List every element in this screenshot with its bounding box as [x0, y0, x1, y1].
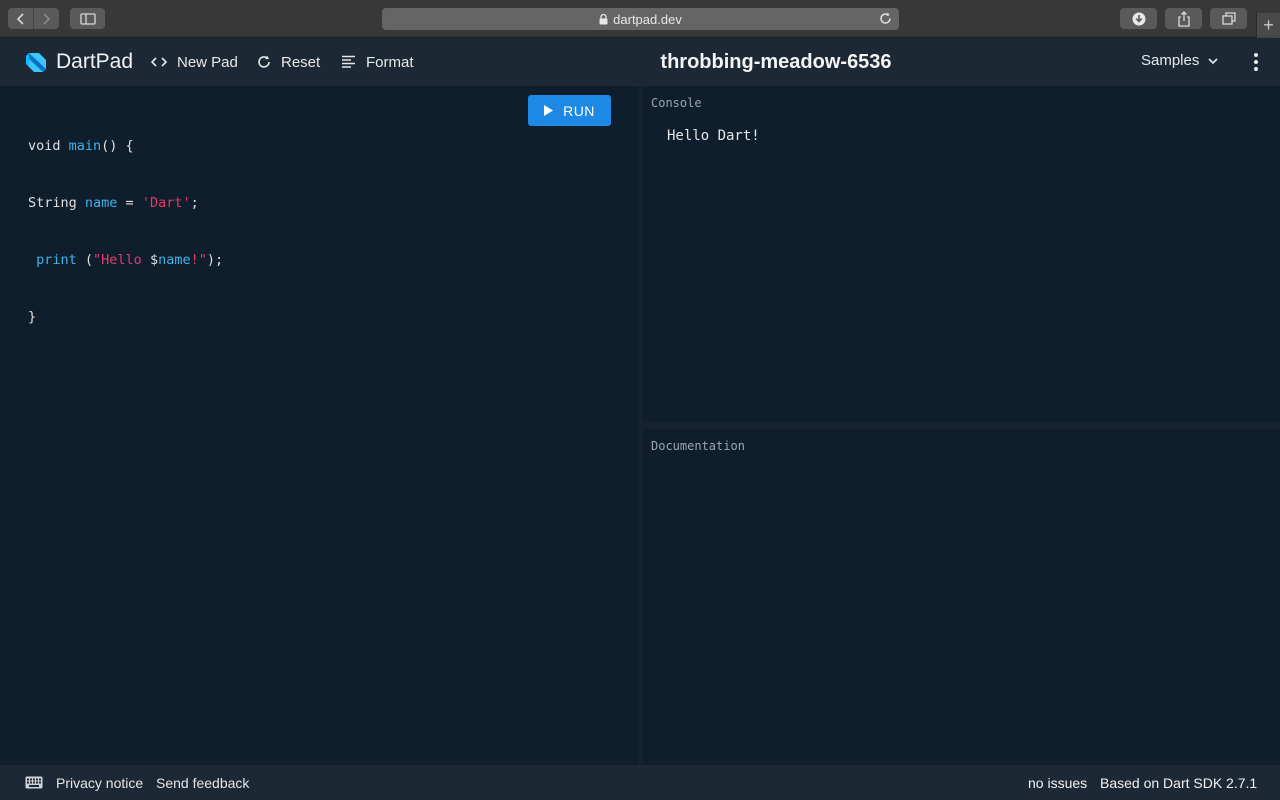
chevron-left-icon — [16, 12, 24, 25]
new-tab-button[interactable]: + — [1256, 13, 1280, 38]
code-line: void main() { — [28, 137, 223, 156]
share-button[interactable] — [1165, 8, 1202, 29]
console-label: Console — [651, 96, 702, 110]
code-line: print ("Hello $name!"); — [28, 251, 223, 270]
tabs-overview-button[interactable] — [1210, 8, 1247, 29]
chevron-right-icon — [43, 12, 51, 25]
run-button[interactable]: RUN — [528, 95, 611, 126]
code-token: } — [28, 309, 37, 325]
more-menu-button[interactable] — [1248, 52, 1264, 77]
play-icon — [544, 105, 554, 116]
code-content[interactable]: void main() { String name = 'Dart'; prin… — [28, 99, 223, 365]
samples-dropdown[interactable]: Samples — [1141, 52, 1219, 69]
reload-icon[interactable] — [879, 12, 892, 28]
code-token: String — [28, 195, 85, 211]
code-token: name — [84, 195, 118, 211]
app-header: DartPad New Pad Reset Format throbbing-m… — [0, 38, 1280, 86]
downloads-button[interactable] — [1120, 8, 1157, 29]
app-root: dartpad.dev + DartPad New Pad Reset Form… — [0, 0, 1280, 800]
sidebar-icon — [79, 12, 96, 25]
send-feedback-link[interactable]: Send feedback — [156, 775, 249, 791]
url-text: dartpad.dev — [613, 11, 682, 27]
share-icon — [1177, 10, 1190, 27]
privacy-notice-link[interactable]: Privacy notice — [56, 775, 143, 791]
code-token: 'Dart' — [141, 195, 191, 211]
browser-nav-group — [8, 8, 59, 29]
code-token: "Hello — [93, 252, 150, 268]
code-line: String name = 'Dart'; — [28, 194, 223, 213]
browser-toolbar: dartpad.dev + — [0, 0, 1280, 38]
code-token: print — [36, 252, 77, 268]
documentation-label: Documentation — [651, 439, 745, 453]
download-icon — [1132, 12, 1145, 25]
url-bar[interactable]: dartpad.dev — [382, 8, 899, 30]
tabs-icon — [1221, 12, 1236, 25]
run-label: RUN — [563, 102, 595, 119]
issues-status[interactable]: no issues — [1028, 775, 1087, 791]
code-token: () { — [101, 138, 134, 154]
console-panel: Console Hello Dart! — [643, 86, 1280, 422]
code-token: name — [158, 252, 191, 268]
code-token: = — [117, 195, 142, 211]
code-token: ); — [206, 252, 224, 268]
code-token: main — [68, 138, 102, 154]
samples-label: Samples — [1141, 52, 1200, 69]
lock-icon — [599, 13, 608, 25]
horizontal-splitter[interactable] — [643, 422, 1280, 429]
code-editor[interactable]: void main() { String name = 'Dart'; prin… — [0, 86, 638, 765]
documentation-panel: Documentation — [643, 429, 1280, 765]
code-token: !" — [190, 252, 207, 268]
code-token: ( — [76, 252, 94, 268]
footer: Privacy notice Send feedback no issues B… — [0, 765, 1280, 800]
forward-button[interactable] — [33, 8, 58, 29]
code-token: ; — [190, 195, 199, 211]
code-token: $ — [149, 252, 159, 268]
more-vert-icon — [1254, 53, 1258, 71]
back-button[interactable] — [8, 8, 33, 29]
keyboard-icon[interactable] — [25, 776, 43, 792]
sdk-version: Based on Dart SDK 2.7.1 — [1100, 775, 1258, 791]
sidebar-toggle-button[interactable] — [70, 8, 105, 29]
code-line: } — [28, 308, 223, 327]
console-output: Hello Dart! — [667, 128, 760, 144]
pad-title[interactable]: throbbing-meadow-6536 — [0, 51, 1280, 74]
code-token: void — [28, 138, 69, 154]
plus-icon: + — [1263, 15, 1274, 35]
chevron-down-icon — [1208, 57, 1218, 64]
